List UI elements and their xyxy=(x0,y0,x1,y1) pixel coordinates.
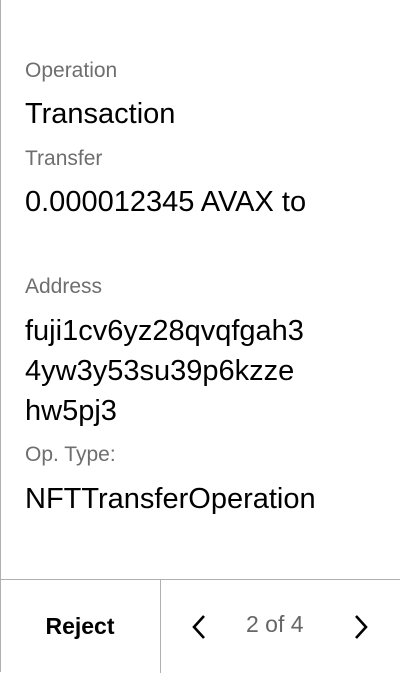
address-value: fuji1cv6yz28qvqfgah3 4yw3y53su39p6kzze h… xyxy=(25,315,304,427)
footer: Reject 2 of 4 xyxy=(0,579,400,673)
operation-label: Operation xyxy=(25,59,118,82)
operation-value: Transaction xyxy=(25,98,176,130)
address-label: Address xyxy=(25,275,103,298)
op-type-label: Op. Type: xyxy=(25,443,116,466)
pager: 2 of 4 xyxy=(161,580,400,673)
op-type-value: NFTTransferOperation xyxy=(25,483,316,515)
transfer-label: Transfer xyxy=(25,147,103,170)
chevron-left-icon[interactable] xyxy=(188,612,212,642)
reject-button[interactable]: Reject xyxy=(0,580,160,673)
transfer-value: 0.000012345 AVAX to xyxy=(25,186,307,218)
page-indicator: 2 of 4 xyxy=(246,611,304,637)
chevron-right-icon[interactable] xyxy=(348,612,372,642)
